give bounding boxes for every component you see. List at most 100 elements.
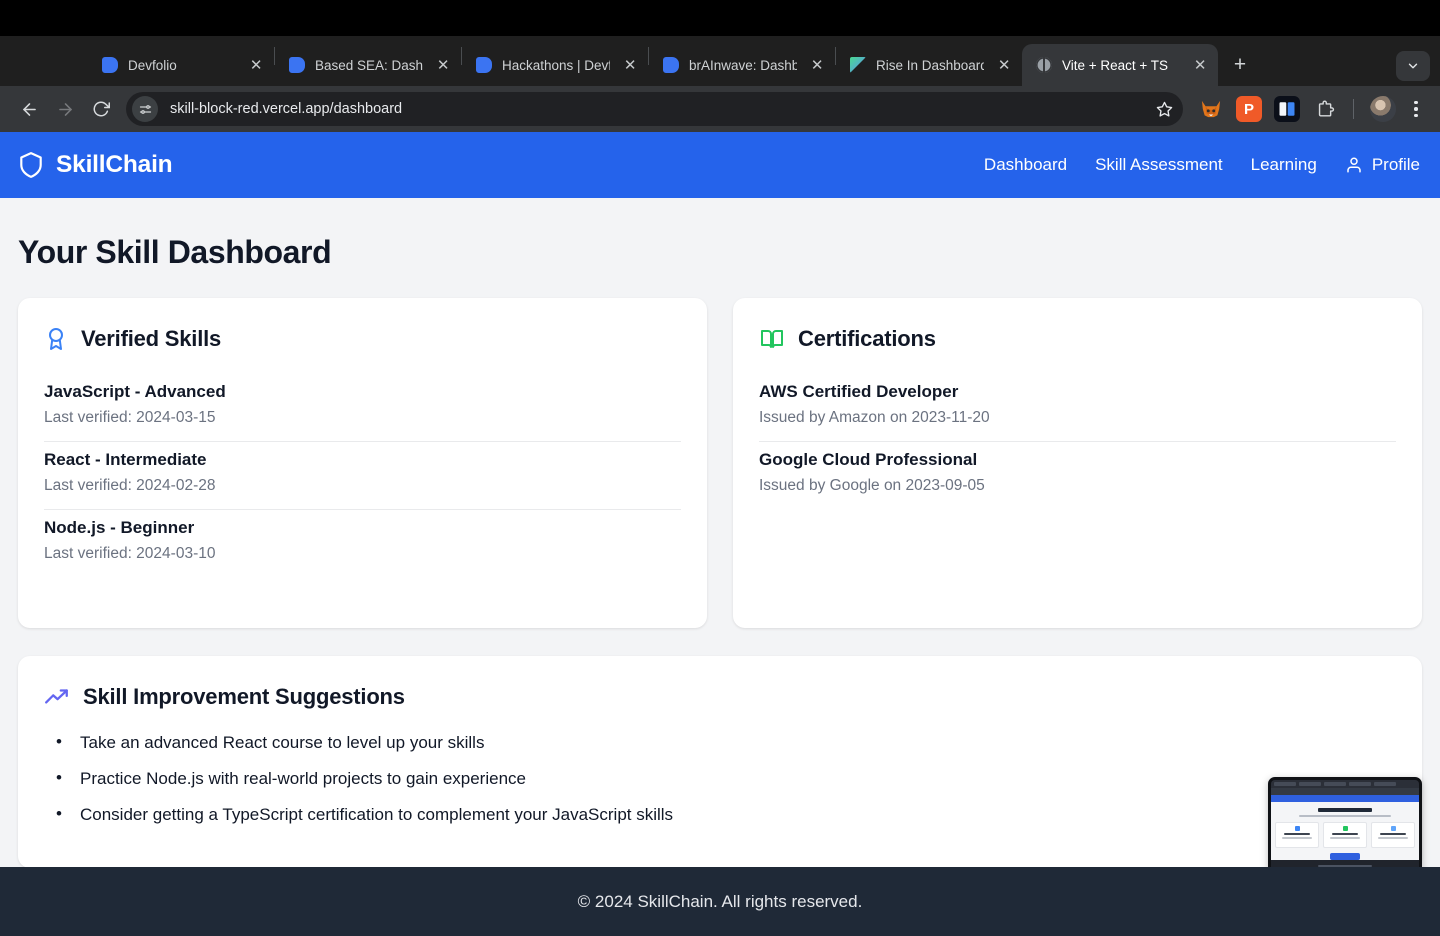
tab-title: Devfolio bbox=[128, 57, 177, 73]
thumb-card-icon bbox=[1294, 826, 1300, 832]
certification-item: Google Cloud Professional Issued by Goog… bbox=[759, 442, 1396, 509]
suggestion-item: Practice Node.js with real-world project… bbox=[44, 767, 1396, 790]
sliders-icon bbox=[139, 104, 151, 114]
page-preview-thumbnail[interactable] bbox=[1268, 777, 1422, 878]
globe-icon bbox=[1036, 57, 1052, 73]
card-title: Certifications bbox=[798, 326, 936, 351]
tab-close-icon[interactable]: ✕ bbox=[807, 55, 827, 75]
tab-title: Vite + React + TS bbox=[1062, 57, 1169, 73]
skill-meta: Last verified: 2024-03-10 bbox=[44, 545, 216, 562]
tab-close-icon[interactable]: ✕ bbox=[620, 55, 640, 75]
nav-profile-label: Profile bbox=[1371, 155, 1420, 174]
thumb-tab bbox=[1299, 782, 1321, 787]
suggestions-header: Skill Improvement Suggestions bbox=[44, 684, 1396, 710]
tab-close-icon[interactable]: ✕ bbox=[994, 55, 1014, 75]
tab-search-button[interactable] bbox=[1396, 51, 1430, 81]
skill-suggestions-card: Skill Improvement Suggestions Take an ad… bbox=[18, 656, 1422, 878]
bookmark-star-icon[interactable] bbox=[1153, 101, 1175, 118]
nav-link-learning[interactable]: Learning bbox=[1251, 155, 1317, 175]
verified-skills-card: Verified Skills JavaScript - Advanced La… bbox=[18, 298, 707, 628]
bookmark-manager-extension-icon[interactable] bbox=[1274, 96, 1300, 122]
tab-close-icon[interactable]: ✕ bbox=[246, 55, 266, 75]
thumb-card-title bbox=[1332, 833, 1358, 836]
tab-close-icon[interactable]: ✕ bbox=[433, 55, 453, 75]
thumb-address-bar bbox=[1271, 788, 1419, 796]
nav-link-dashboard[interactable]: Dashboard bbox=[984, 155, 1067, 175]
skill-item: JavaScript - Advanced Last verified: 202… bbox=[44, 374, 681, 442]
phantom-extension-icon[interactable]: P bbox=[1236, 96, 1262, 122]
address-bar[interactable]: skill-block-red.vercel.app/dashboard bbox=[126, 92, 1183, 126]
tab-title: Based SEA: Dashbo bbox=[315, 57, 424, 73]
tab-close-icon[interactable]: ✕ bbox=[1190, 55, 1210, 75]
arrow-left-icon bbox=[22, 102, 36, 116]
devfolio-icon bbox=[663, 57, 679, 73]
thumb-card-text bbox=[1282, 837, 1312, 839]
site-header: SkillChain Dashboard Skill Assessment Le… bbox=[0, 132, 1440, 198]
dashboard-cards-row: Verified Skills JavaScript - Advanced La… bbox=[0, 271, 1440, 628]
back-button[interactable] bbox=[12, 92, 46, 126]
arrow-right-icon bbox=[58, 102, 72, 116]
thumb-card-icon bbox=[1390, 826, 1396, 832]
card-title: Skill Improvement Suggestions bbox=[83, 684, 405, 709]
browser-menu-button[interactable] bbox=[1404, 100, 1428, 118]
user-icon bbox=[1347, 157, 1361, 173]
trending-up-icon bbox=[45, 689, 68, 704]
tab-title: Hackathons | Devfo bbox=[502, 57, 611, 73]
browser-tab[interactable]: Hackathons | Devfo ✕ bbox=[462, 44, 648, 86]
suggestion-item: Consider getting a TypeScript certificat… bbox=[44, 803, 1396, 826]
page-title: Your Skill Dashboard bbox=[18, 234, 332, 270]
puzzle-icon bbox=[1318, 100, 1334, 117]
devfolio-icon bbox=[476, 57, 492, 73]
new-tab-button[interactable]: + bbox=[1226, 51, 1254, 79]
thumb-cta-button bbox=[1330, 853, 1360, 861]
forward-button[interactable] bbox=[48, 92, 82, 126]
toolbar-divider bbox=[1353, 99, 1354, 119]
panel-icon bbox=[1279, 102, 1295, 116]
thumb-page-body bbox=[1271, 802, 1419, 861]
suggestions-list: Take an advanced React course to level u… bbox=[44, 731, 1396, 826]
thumb-feature-cards bbox=[1275, 822, 1415, 849]
nav-link-profile[interactable]: Profile bbox=[1345, 155, 1420, 175]
url-text: skill-block-red.vercel.app/dashboard bbox=[170, 101, 403, 117]
thumb-tab bbox=[1374, 782, 1396, 787]
thumb-heading bbox=[1318, 808, 1372, 813]
menu-dot bbox=[1414, 107, 1418, 111]
nav-link-skill-assessment[interactable]: Skill Assessment bbox=[1095, 155, 1223, 175]
certification-meta: Issued by Google on 2023-09-05 bbox=[759, 477, 985, 494]
metamask-extension-icon[interactable] bbox=[1198, 96, 1224, 122]
browser-tab[interactable]: Based SEA: Dashbo ✕ bbox=[275, 44, 461, 86]
star-icon bbox=[1156, 101, 1172, 117]
browser-tab-active[interactable]: Vite + React + TS ✕ bbox=[1022, 44, 1218, 86]
profile-avatar[interactable] bbox=[1370, 96, 1396, 122]
devfolio-icon bbox=[102, 57, 118, 73]
skill-meta: Last verified: 2024-03-15 bbox=[44, 409, 216, 426]
main-navigation: Dashboard Skill Assessment Learning Prof… bbox=[984, 155, 1420, 175]
skill-name: JavaScript - Advanced bbox=[44, 382, 226, 401]
browser-toolbar: skill-block-red.vercel.app/dashboard P bbox=[0, 86, 1440, 132]
chevron-down-icon bbox=[1408, 63, 1418, 69]
skill-name: React - Intermediate bbox=[44, 450, 207, 469]
reload-button[interactable] bbox=[84, 92, 118, 126]
thumb-site-header bbox=[1271, 795, 1419, 803]
brand-logo[interactable]: SkillChain bbox=[18, 151, 173, 179]
verified-skills-header: Verified Skills bbox=[44, 326, 681, 352]
site-settings-icon[interactable] bbox=[132, 96, 158, 122]
skill-item: React - Intermediate Last verified: 2024… bbox=[44, 442, 681, 510]
thumb-tab bbox=[1274, 782, 1296, 787]
thumb-subheading bbox=[1299, 815, 1391, 818]
thumb-feature-card bbox=[1323, 822, 1367, 849]
thumb-feature-card bbox=[1371, 822, 1415, 849]
skill-name: Node.js - Beginner bbox=[44, 518, 195, 537]
extensions-puzzle-icon[interactable] bbox=[1312, 96, 1338, 122]
thumb-feature-card bbox=[1275, 822, 1319, 849]
browser-tab[interactable]: brAInwave: Dashbo ✕ bbox=[649, 44, 835, 86]
tab-title: Rise In Dashboard | bbox=[876, 57, 985, 73]
certification-name: AWS Certified Developer bbox=[759, 382, 959, 401]
browser-tab[interactable]: Rise In Dashboard | ✕ bbox=[836, 44, 1022, 86]
browser-tab[interactable]: Devfolio ✕ bbox=[88, 44, 274, 86]
thumb-card-title bbox=[1284, 833, 1310, 836]
tab-title: brAInwave: Dashbo bbox=[689, 57, 798, 73]
certifications-card: Certifications AWS Certified Developer I… bbox=[733, 298, 1422, 628]
shield-icon bbox=[20, 152, 42, 178]
thumb-tab-strip bbox=[1271, 780, 1419, 789]
